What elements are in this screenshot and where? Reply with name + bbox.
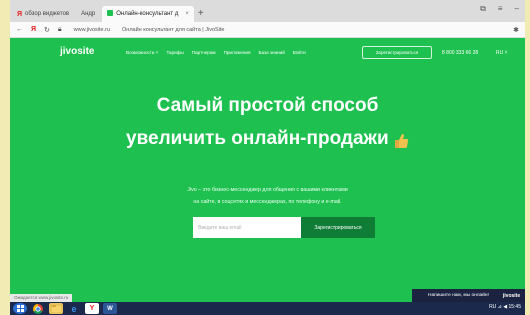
tab-android[interactable]: Андр <box>76 6 100 22</box>
tab-label: Андр <box>81 11 96 17</box>
taskbar: e Y W RU ⊿ ◀ 15:45 <box>10 302 525 315</box>
hero-headline-line-2: увеличить онлайн-продажи <box>10 128 525 150</box>
yandex-logo-icon[interactable]: Я <box>31 26 36 33</box>
tab-label: Онлайн-консультант д <box>116 11 179 17</box>
internet-explorer-icon[interactable]: e <box>67 303 81 314</box>
browser-tab-strip: Я обзор виджетов Андр Онлайн-консультант… <box>10 0 525 22</box>
language-selector[interactable]: RU ˅ <box>496 50 508 56</box>
screen: Я обзор виджетов Андр Онлайн-консультант… <box>10 0 525 315</box>
url-domain[interactable]: www.jivosite.ru <box>74 27 110 33</box>
hero-subtext-line-1: Jivo – это бизнес-мессенджер для общения… <box>187 187 348 193</box>
reload-icon[interactable]: ↻ <box>44 26 50 34</box>
new-tab-button[interactable]: + <box>198 6 204 22</box>
main-nav: Возможности ˅ Тарифы Партнерам Приложени… <box>126 50 306 55</box>
phone-number[interactable]: 8 800 333 66 28 <box>442 50 478 56</box>
yandex-browser-icon[interactable]: Y <box>85 303 99 314</box>
windows-start-icon[interactable] <box>13 303 27 314</box>
nav-item-pricing[interactable]: Тарифы <box>166 50 183 55</box>
tab-label: обзор виджетов <box>25 11 70 17</box>
system-tray[interactable]: RU ⊿ ◀ 15:45 <box>489 304 521 310</box>
tab-jivosite[interactable]: Онлайн-консультант д × <box>102 6 194 22</box>
menu-icon[interactable]: ≡ <box>498 4 503 14</box>
address-bar: ← Я ↻ 🔒︎ www.jivosite.ru Онлайн консульт… <box>10 22 525 38</box>
chrome-icon[interactable] <box>31 303 45 314</box>
file-explorer-icon[interactable] <box>49 303 63 314</box>
chat-widget-label: Напишите нам, мы онлайн! <box>428 293 489 298</box>
register-submit-button[interactable]: Зарегистрироваться <box>301 217 375 238</box>
tab-yandex-search[interactable]: Я обзор виджетов <box>12 6 74 22</box>
window-controls: ⧉ ≡ – <box>480 4 519 14</box>
nav-item-partners[interactable]: Партнерам <box>192 50 216 55</box>
chat-widget-brand: jivosite <box>502 292 521 299</box>
thumbs-up-icon <box>394 132 409 149</box>
header-register-button[interactable]: Зарегистрироваться <box>362 46 432 59</box>
hero-headline-line-1: Самый простой способ <box>156 95 379 116</box>
yandex-icon: Я <box>17 10 23 18</box>
minimize-icon[interactable]: – <box>515 4 519 14</box>
hero-headline-text: увеличить онлайн-продажи <box>126 128 389 149</box>
status-bar-url: Ожидается www.jivosite.ru <box>10 294 73 302</box>
nav-item-knowledge-base[interactable]: База знаний <box>258 50 284 55</box>
jivosite-favicon-icon <box>107 10 114 18</box>
signup-form: Зарегистрироваться <box>193 217 375 238</box>
nav-item-features[interactable]: Возможности ˅ <box>126 50 158 55</box>
lock-icon: 🔒︎ <box>57 25 62 33</box>
bookmark-icon[interactable]: ✱ <box>513 26 519 34</box>
url-page-title[interactable]: Онлайн консультант для сайта | JivoSite <box>122 27 224 33</box>
word-icon[interactable]: W <box>103 303 117 314</box>
jivosite-logo[interactable]: jivosite <box>60 46 94 57</box>
tabs-overview-icon[interactable]: ⧉ <box>480 4 486 14</box>
back-arrow-icon[interactable]: ← <box>16 26 23 33</box>
chat-widget[interactable]: Напишите нам, мы онлайн! jivosite <box>412 289 525 302</box>
site-header: jivosite Возможности ˅ Тарифы Партнерам … <box>10 38 525 68</box>
email-input[interactable] <box>193 217 301 238</box>
nav-item-login[interactable]: Войти <box>293 50 306 55</box>
nav-item-apps[interactable]: Приложения <box>224 50 251 55</box>
hero-subtext-line-2: на сайте, в соцсетях и мессенджерах, по … <box>193 199 342 205</box>
close-tab-icon[interactable]: × <box>185 11 189 17</box>
